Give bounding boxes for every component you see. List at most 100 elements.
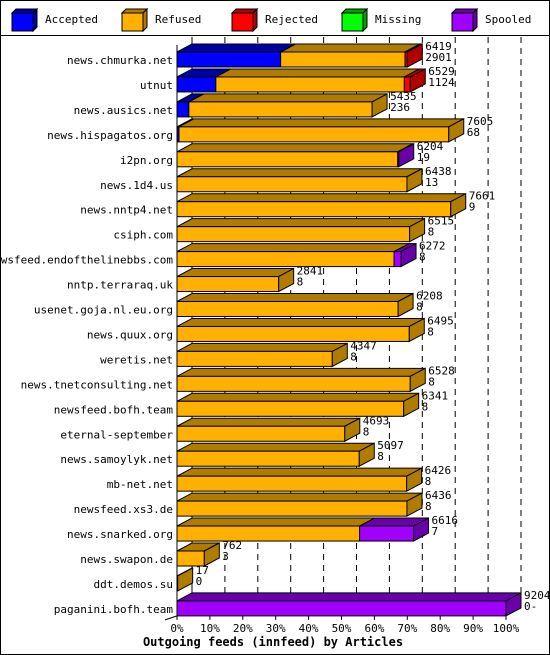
bar-segment-refused — [176, 201, 452, 218]
bar-segment-refused — [176, 425, 346, 442]
value-label-secondary: 8 — [416, 301, 423, 314]
value-label-secondary: 8 — [428, 226, 435, 239]
bar-top-refused — [176, 143, 413, 153]
bar-top-spooled — [176, 592, 522, 602]
bar-segment-spooled — [393, 251, 402, 268]
x-tick-label: 0% — [170, 622, 184, 635]
bar-group-news-snarked-org: news.snarked.org66167 — [67, 514, 458, 542]
bar-group-news-ausics-net: news.ausics.net5435236 — [74, 90, 417, 118]
bar-top-refused — [176, 317, 425, 327]
value-label-secondary: 9 — [469, 201, 476, 214]
bar-segment-accepted — [176, 76, 217, 93]
chart-plot: 0% 10% 20% 30% 40% 50% 60% 70% 80% 90% 100% Outgoin… — [1, 37, 549, 649]
bar-top-refused — [176, 467, 422, 477]
bar-top-refused — [176, 392, 419, 402]
bar-group-news-chmurka-net: news.chmurka.net64192901 — [67, 40, 452, 68]
x-tick-label: 60% — [364, 622, 384, 635]
x-tick-label: 30% — [266, 622, 286, 635]
category-label: news.chmurka.net — [67, 54, 173, 67]
value-label-secondary: 13 — [425, 176, 438, 189]
value-label-secondary: 8 — [363, 425, 370, 438]
value-label-secondary: 8 — [297, 276, 304, 289]
value-label-secondary: 8 — [427, 325, 434, 338]
category-label: news.samoylyk.net — [60, 453, 173, 466]
value-label-secondary: 0- — [524, 600, 537, 613]
bar-group-news-quux-org: news.quux.org64958 — [87, 314, 454, 343]
value-label-secondary: 8 — [425, 500, 432, 513]
x-tick-label: 10% — [200, 622, 220, 635]
bar-top-refused — [176, 517, 375, 527]
bar-segment-spooled — [359, 525, 415, 542]
bar-group-newsfeed-xs3-de: newsfeed.xs3.de64368 — [74, 489, 451, 517]
category-label: utnut — [140, 79, 173, 92]
bar-group-usenet-goja-nl-eu-org: usenet.goja.nl.eu.org62088 — [34, 290, 443, 318]
bar-segment-spooled — [176, 600, 507, 617]
bar-segment-refused — [176, 475, 408, 492]
x-axis-title: Outgoing feeds (innfeed) by Articles — [143, 635, 403, 649]
bar-top-refused — [176, 442, 375, 452]
bar-top-refused — [176, 168, 423, 178]
bar-group-news-1d4-us: news.1d4.us643813 — [100, 165, 451, 193]
x-tick-label: 50% — [332, 622, 352, 635]
category-label: news.ausics.net — [74, 104, 173, 117]
category-label: paganini.bofh.team — [54, 603, 174, 616]
bar-group-news-samoylyk-net: news.samoylyk.net50978 — [60, 439, 404, 468]
bar-top-refused — [176, 417, 361, 427]
category-label: eternal-september — [60, 428, 173, 441]
bar-segment-refused — [176, 151, 399, 168]
bar-group-weretis-net: weretis.net43478 — [100, 339, 377, 368]
bar-segment-refused — [176, 500, 408, 517]
value-label-secondary: 3 — [222, 550, 229, 563]
category-label: newsfeed.xs3.de — [74, 503, 173, 516]
bar-top-refused — [188, 93, 388, 103]
bar-top-refused — [215, 68, 420, 78]
bar-top-refused — [176, 193, 466, 203]
x-tick-label: 20% — [233, 622, 253, 635]
bar-segment-refused — [176, 450, 360, 467]
category-label: weretis.net — [100, 353, 173, 366]
x-tick-label: 70% — [397, 622, 417, 635]
value-label-secondary: 8 — [419, 251, 426, 264]
bar-top-refused — [176, 218, 425, 228]
bar-group-news-nntp4-net: news.nntp4.net76619 — [80, 190, 495, 218]
bar-segment-refused — [188, 101, 373, 118]
bar-top-refused — [176, 268, 294, 278]
bar-top-refused — [280, 43, 421, 53]
category-label: news.quux.org — [87, 328, 173, 341]
category-label: news.snarked.org — [67, 528, 173, 541]
bar-segment-refused — [176, 375, 411, 392]
bar-segment-refused — [178, 126, 450, 143]
x-tick-label: 90% — [463, 622, 483, 635]
category-label: news.swapon.de — [80, 553, 173, 566]
axis-corner-line — [164, 615, 178, 621]
bar-segment-refused — [176, 301, 399, 317]
value-label-secondary: 7 — [432, 525, 439, 538]
category-label: news.hispagatos.org — [47, 129, 173, 142]
bar-group-news-tnetconsulting-net: news.tnetconsulting.net65288 — [21, 364, 455, 393]
category-label: news.1d4.us — [100, 179, 173, 192]
bar-segment-refused — [176, 350, 333, 367]
bar-segment-accepted — [176, 101, 190, 118]
category-label: news.nntp4.net — [80, 204, 173, 217]
category-label: csiph.com — [113, 229, 173, 242]
bar-segment-refused — [176, 525, 361, 542]
category-label: usenet.goja.nl.eu.org — [34, 304, 173, 317]
value-label-secondary: 8 — [377, 450, 384, 463]
bar-segment-refused — [280, 51, 406, 68]
bar-group-news-swapon-de: news.swapon.de7623 — [80, 539, 242, 567]
bar-top-refused — [176, 243, 410, 253]
value-label-secondary: 8 — [425, 475, 432, 488]
value-label-secondary: 2901 — [425, 51, 452, 64]
bar-group-eternal-september: eternal-september46938 — [60, 414, 389, 443]
value-label-secondary: 68 — [467, 126, 480, 139]
chart-frame: Accepted Refused Rejected Missing Spooled 0%… — [0, 0, 550, 655]
bar-side-refused — [177, 567, 194, 592]
bar-segment-refused — [176, 276, 280, 293]
x-tick-label: 100% — [493, 622, 520, 635]
bar-top-refused — [176, 492, 423, 502]
bar-segment-refused — [176, 226, 411, 243]
bar-group-paganini-bofh-team: paganini.bofh.team92040- — [54, 589, 549, 617]
value-label-secondary: 19 — [417, 151, 430, 164]
value-label-secondary: 0 — [196, 575, 203, 588]
category-label: i2pn.org — [120, 154, 173, 167]
